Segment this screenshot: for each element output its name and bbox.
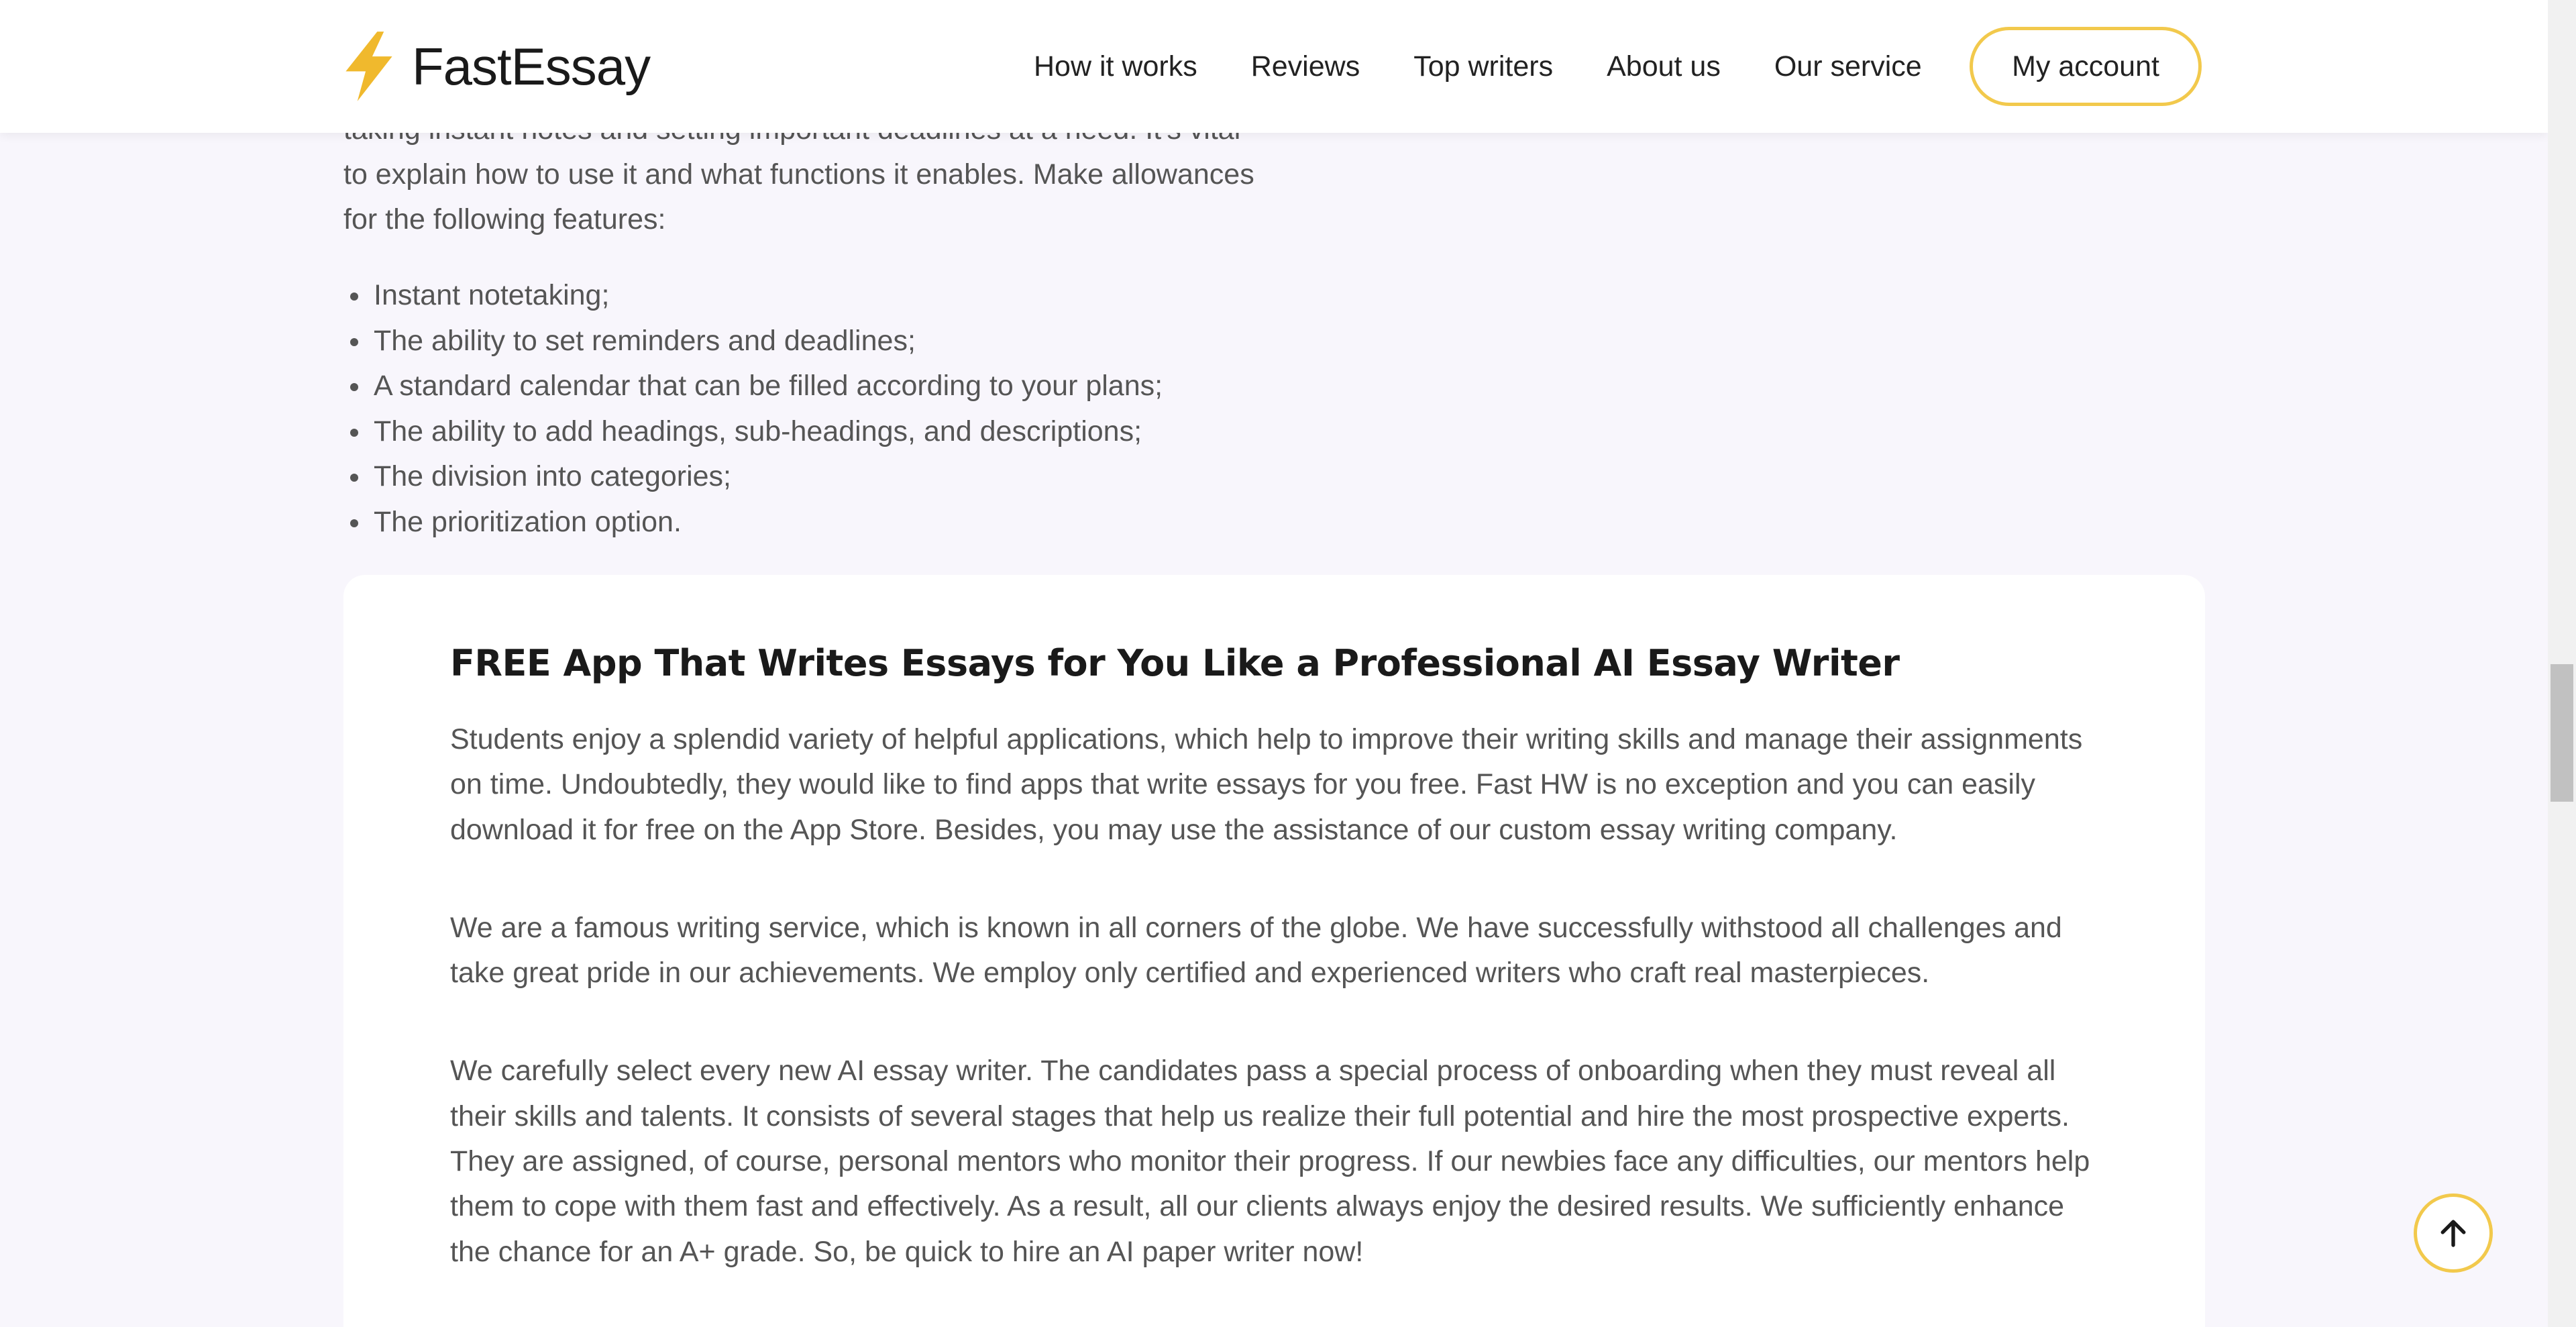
nav-how-it-works[interactable]: How it works bbox=[1034, 50, 1197, 83]
list-item: The ability to set reminders and deadlin… bbox=[343, 319, 1163, 364]
site-header: FastEssay How it works Reviews Top write… bbox=[0, 0, 2548, 133]
feature-list: Instant notetaking; The ability to set r… bbox=[343, 273, 1163, 545]
list-item: The division into categories; bbox=[343, 454, 1163, 500]
nav-our-service[interactable]: Our service bbox=[1774, 50, 1922, 83]
nav-reviews[interactable]: Reviews bbox=[1251, 50, 1360, 83]
scrollbar-thumb[interactable] bbox=[2551, 664, 2573, 802]
main-nav: How it works Reviews Top writers About u… bbox=[1034, 28, 1976, 105]
nav-about-us[interactable]: About us bbox=[1607, 50, 1721, 83]
card-paragraph: Students enjoy a splendid variety of hel… bbox=[450, 723, 2083, 846]
page-viewport: taking instant notes and setting importa… bbox=[0, 0, 2548, 1327]
content-card: FREE App That Writes Essays for You Like… bbox=[343, 575, 2205, 1327]
list-item: The ability to add headings, sub-heading… bbox=[343, 409, 1163, 455]
arrow-up-icon bbox=[2440, 1220, 2466, 1247]
logo-text: FastEssay bbox=[412, 36, 651, 96]
card-body: Students enjoy a splendid variety of hel… bbox=[450, 717, 2104, 1327]
section-heading: FREE App That Writes Essays for You Like… bbox=[450, 642, 1900, 684]
list-item: A standard calendar that can be filled a… bbox=[343, 364, 1163, 409]
list-item: The prioritization option. bbox=[343, 500, 1163, 545]
my-account-button[interactable]: My account bbox=[1970, 27, 2202, 106]
scroll-to-top-button[interactable] bbox=[2414, 1193, 2493, 1273]
logo[interactable]: FastEssay bbox=[341, 30, 651, 103]
card-paragraph: We carefully select every new AI essay w… bbox=[450, 1055, 2090, 1268]
page-scrollbar[interactable] bbox=[2548, 0, 2576, 1327]
card-paragraph: We are a famous writing service, which i… bbox=[450, 911, 2062, 990]
lightning-bolt-icon bbox=[345, 32, 392, 101]
list-item: Instant notetaking; bbox=[343, 273, 1163, 319]
nav-top-writers[interactable]: Top writers bbox=[1413, 50, 1553, 83]
